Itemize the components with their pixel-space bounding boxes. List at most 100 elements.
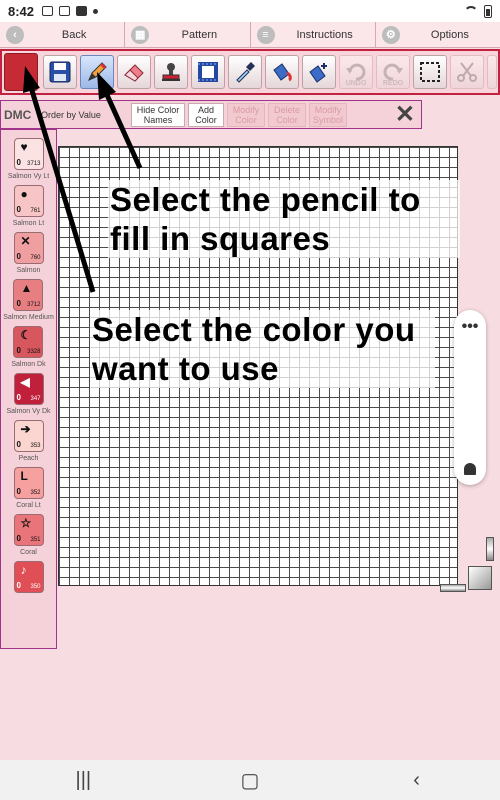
swatch-count: 0: [16, 440, 21, 449]
notification-icon: [42, 6, 54, 16]
stamp-icon: [162, 63, 180, 81]
color-swatch[interactable]: ▲ 0 3712: [13, 279, 44, 311]
palette-item[interactable]: ◀ 0 347 Salmon Vy Dk: [6, 373, 51, 416]
hide-color-names-button[interactable]: Hide Color Names: [131, 102, 185, 127]
fill-tool-button[interactable]: [265, 55, 299, 89]
eyedropper-tool-button[interactable]: [228, 55, 262, 89]
swatch-count: 0: [16, 205, 21, 214]
list-icon: ≡: [256, 25, 275, 44]
corner-scroll-handle[interactable]: [468, 566, 492, 590]
swatch-symbol: ▲: [20, 281, 33, 295]
delete-color-button[interactable]: Delete Color: [268, 102, 306, 127]
swatch-number: 761: [30, 208, 41, 214]
tool-bar: UNDO REDO: [0, 49, 500, 95]
youtube-notification-icon: [76, 6, 88, 16]
palette-item[interactable]: ✕ 0 760 Salmon: [13, 232, 44, 275]
color-swatch[interactable]: ✕ 0 760: [13, 232, 44, 264]
bell-icon[interactable]: [464, 463, 476, 475]
wifi-icon: [464, 6, 478, 16]
swatch-count: 0: [16, 252, 21, 261]
home-icon[interactable]: ▢: [220, 768, 280, 793]
palette-item[interactable]: ▲ 0 3712 Salmon Medium: [3, 279, 54, 322]
selection-icon: [420, 62, 440, 82]
fill-all-tool-button[interactable]: [302, 55, 336, 89]
eraser-icon: [124, 64, 144, 82]
gear-icon: ⚙: [381, 25, 400, 44]
palette-item[interactable]: ♥ 0 3713 Salmon Vy Lt: [8, 138, 49, 181]
tab-instructions-label: Instructions: [296, 28, 353, 41]
tab-back[interactable]: ‹ Back: [0, 22, 126, 47]
tab-options[interactable]: ⚙ Options: [376, 22, 500, 47]
modify-color-button[interactable]: Modify Color: [227, 102, 265, 127]
swatch-count: 0: [16, 346, 21, 355]
palette-item[interactable]: ☆ 0 351 Coral: [13, 514, 44, 557]
vertical-scroll-handle[interactable]: [486, 537, 494, 561]
swatch-number: 3328: [27, 349, 41, 355]
swatch-count: 0: [16, 393, 21, 402]
color-swatch[interactable]: ♪ 0 350: [13, 561, 44, 593]
eraser-tool-button[interactable]: [117, 55, 151, 89]
selected-color-button[interactable]: [4, 53, 38, 91]
color-swatch[interactable]: ☆ 0 351: [13, 514, 44, 546]
color-swatch[interactable]: L 0 352: [13, 467, 44, 499]
close-icon[interactable]: ✕: [395, 102, 415, 126]
order-by-value-toggle[interactable]: Order by Value: [41, 110, 131, 120]
swatch-name: Salmon: [16, 267, 41, 274]
swatch-symbol: L: [20, 469, 28, 483]
swatch-name: Salmon Vy Dk: [6, 408, 51, 415]
color-palette: ♥ 0 3713 Salmon Vy Lt ● 0 761 Salmon Lt ✕ 0 760 Sal…: [0, 129, 57, 649]
grid-icon: ▦: [131, 25, 150, 44]
swatch-symbol: ♪: [20, 563, 27, 577]
tab-pattern-label: Pattern: [181, 28, 218, 41]
palette-brand: DMC: [4, 107, 32, 122]
save-button[interactable]: [43, 55, 77, 89]
horizontal-scroll-handle[interactable]: [440, 584, 466, 592]
color-swatch[interactable]: ♥ 0 3713: [13, 138, 44, 170]
color-swatch[interactable]: ◀ 0 347: [13, 373, 44, 405]
undo-button[interactable]: UNDO: [339, 55, 373, 89]
palette-item[interactable]: L 0 352 Coral Lt: [13, 467, 44, 510]
swatch-count: 0: [16, 299, 21, 308]
undo-label: UNDO: [345, 80, 367, 87]
add-color-button[interactable]: Add Color: [188, 102, 224, 127]
floating-side-panel: •••: [454, 310, 486, 485]
color-swatch[interactable]: ● 0 761: [13, 185, 44, 217]
eyedropper-icon: [236, 62, 255, 83]
annotation-color: Select the color you want to use: [90, 310, 435, 388]
color-swatch[interactable]: ☾ 0 3328: [13, 326, 44, 358]
back-icon[interactable]: ‹: [387, 769, 447, 792]
tab-instructions[interactable]: ≡ Instructions: [251, 22, 376, 47]
annotation-pencil-text: Select the pencil to fill in squares: [110, 181, 421, 257]
more-options-icon[interactable]: •••: [454, 318, 486, 336]
tab-pattern[interactable]: ▦ Pattern: [125, 22, 251, 47]
annotation-color-text: Select the color you want to use: [92, 311, 416, 387]
paint-bucket-plus-icon: [309, 63, 327, 83]
swatch-name: Coral: [20, 549, 37, 556]
frame-tool-button[interactable]: [191, 55, 225, 89]
tab-options-label: Options: [430, 28, 469, 41]
stamp-tool-button[interactable]: [154, 55, 188, 89]
swatch-symbol: ♥: [20, 140, 28, 154]
annotation-pencil: Select the pencil to fill in squares: [108, 180, 460, 258]
paint-bucket-icon: [273, 63, 292, 82]
chevron-left-icon: ‹: [6, 25, 24, 44]
swatch-symbol: ➔: [20, 422, 31, 436]
palette-item[interactable]: ● 0 761 Salmon Lt: [13, 185, 44, 228]
swatch-number: 3713: [27, 161, 41, 167]
copy-button[interactable]: [487, 55, 497, 89]
color-swatch[interactable]: ➔ 0 353: [13, 420, 44, 452]
palette-item[interactable]: ☾ 0 3328 Salmon Dk: [11, 326, 46, 369]
pencil-tool-button[interactable]: [80, 55, 114, 89]
palette-item[interactable]: ♪ 0 350: [13, 561, 44, 593]
select-tool-button[interactable]: [413, 55, 447, 89]
cut-button[interactable]: [450, 55, 484, 89]
status-bar: 8:42: [0, 0, 500, 22]
modify-symbol-button[interactable]: Modify Symbol: [309, 102, 347, 127]
floppy-disk-icon: [49, 61, 71, 83]
palette-item[interactable]: ➔ 0 353 Peach: [13, 420, 44, 463]
tab-back-label: Back: [61, 28, 87, 41]
redo-button[interactable]: REDO: [376, 55, 410, 89]
image-notification-icon: [59, 6, 71, 16]
swatch-count: 0: [16, 534, 21, 543]
recent-apps-icon[interactable]: |||: [53, 769, 113, 792]
